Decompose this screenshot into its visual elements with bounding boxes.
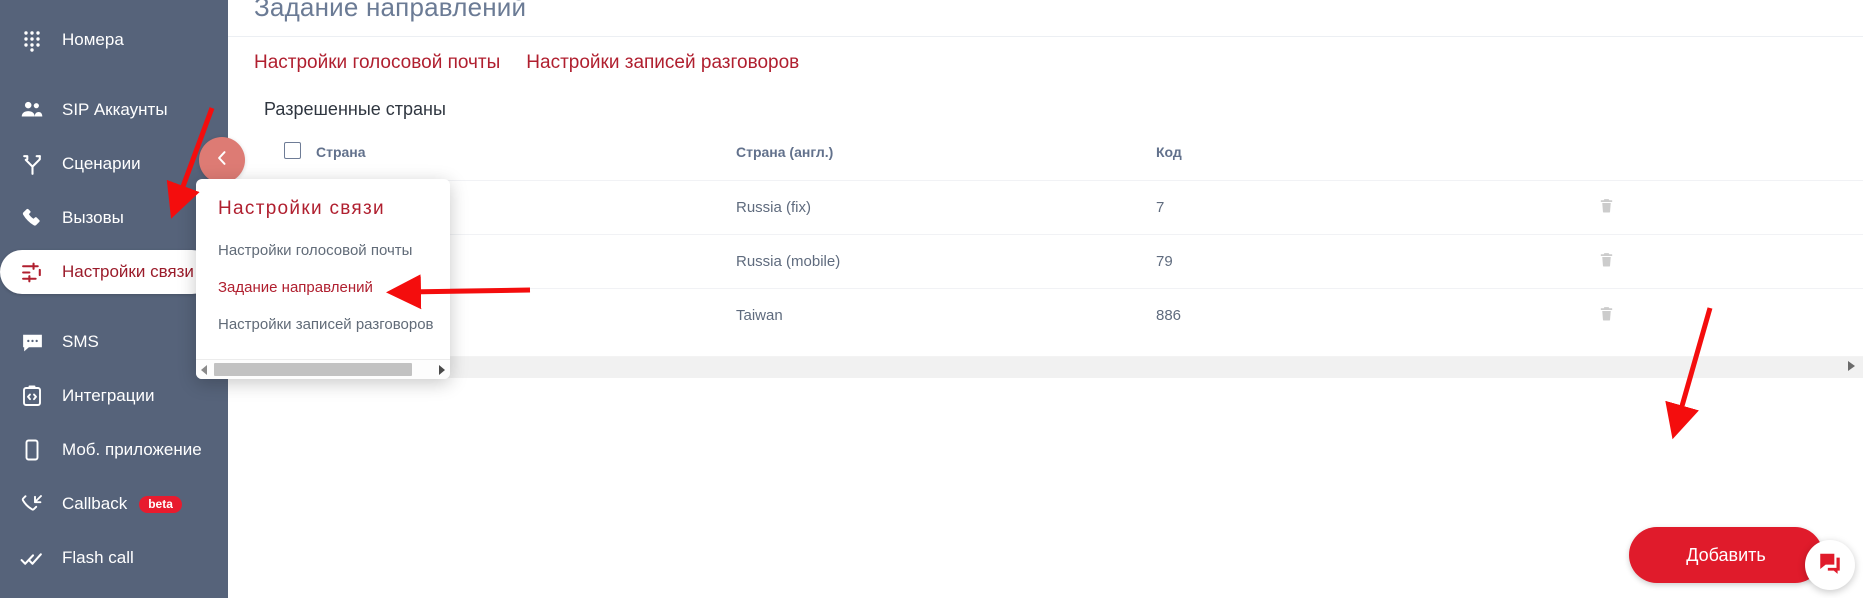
phone-icon <box>12 206 52 230</box>
chat-widget-button[interactable] <box>1805 540 1855 590</box>
table-row[interactable]: Russia (mobile) 79 <box>228 234 1863 288</box>
sliders-icon <box>12 260 52 285</box>
sidebar-item-label: Интеграции <box>62 386 155 406</box>
trash-icon[interactable] <box>1598 250 1615 273</box>
sidebar-item-numbers[interactable]: Номера <box>0 18 228 62</box>
sidebar-item-sip-accounts[interactable]: SIP Аккаунты <box>0 88 228 132</box>
users-icon <box>12 97 52 123</box>
countries-table-wrapper: Страна Страна (англ.) Код Russia (fix) 7 <box>228 140 1863 342</box>
scrollbar-thumb[interactable] <box>214 363 412 376</box>
tab-bar: Настройки голосовой почты Настройки запи… <box>254 52 799 74</box>
table-row[interactable]: Russia (fix) 7 <box>228 180 1863 234</box>
sidebar-item-label: Сценарии <box>62 154 141 174</box>
sidebar-item-label: SMS <box>62 332 99 352</box>
table-body: Russia (fix) 7 <box>228 180 1863 342</box>
flyout-item-direction-assignment[interactable]: Задание направлений <box>196 269 450 306</box>
branch-icon <box>12 152 52 177</box>
header-code[interactable]: Код <box>1156 140 1456 180</box>
chat-bubble-icon <box>1817 550 1843 581</box>
table-horizontal-scrollbar[interactable] <box>228 356 1863 378</box>
sidebar-item-callback[interactable]: Callback beta <box>0 482 228 526</box>
sidebar-item-label: Вызовы <box>62 208 124 228</box>
sidebar-item-label: Flash call <box>62 548 134 568</box>
flyout-title: Настройки связи <box>196 179 450 220</box>
cell-country-en: Russia (fix) <box>736 180 1156 234</box>
section-label-allowed-countries: Разрешенные страны <box>264 99 446 120</box>
trash-icon[interactable] <box>1598 196 1615 219</box>
flyout-item-call-recording-settings[interactable]: Настройки записей разговоров <box>196 306 450 343</box>
cell-code: 886 <box>1156 288 1456 342</box>
table-row[interactable]: Taiwan 886 <box>228 288 1863 342</box>
select-all-checkbox[interactable] <box>284 142 301 159</box>
header-country-en[interactable]: Страна (англ.) <box>736 140 1156 180</box>
table-header-row: Страна Страна (англ.) Код <box>228 140 1863 180</box>
connection-settings-flyout: Настройки связи Настройки голосовой почт… <box>196 179 450 379</box>
code-board-icon <box>12 384 52 408</box>
cell-actions <box>1456 180 1863 234</box>
main-content: Задание направлений Настройки голосовой … <box>228 0 1863 598</box>
cell-country-en: Taiwan <box>736 288 1156 342</box>
scroll-right-arrow-icon[interactable] <box>1848 361 1855 371</box>
flyout-list: Настройки голосовой почты Задание направ… <box>196 220 450 343</box>
cell-code: 7 <box>1156 180 1456 234</box>
cell-country-en: Russia (mobile) <box>736 234 1156 288</box>
sidebar-item-label: Номера <box>62 30 124 50</box>
trash-icon[interactable] <box>1598 304 1615 327</box>
sidebar-item-integrations[interactable]: Интеграции <box>0 374 228 418</box>
app-root: Номера SIP Аккаунты Сценарии <box>0 0 1863 598</box>
header-actions <box>1456 140 1863 180</box>
sidebar-item-connection-settings[interactable]: Настройки связи <box>0 250 214 294</box>
double-check-icon <box>12 546 52 571</box>
cell-code: 79 <box>1156 234 1456 288</box>
add-button[interactable]: Добавить <box>1629 527 1823 583</box>
flyout-horizontal-scrollbar[interactable] <box>196 359 450 379</box>
tab-voicemail-settings[interactable]: Настройки голосовой почты <box>254 52 500 74</box>
sidebar-item-scenarios[interactable]: Сценарии <box>0 142 228 186</box>
tab-call-recording-settings[interactable]: Настройки записей разговоров <box>526 52 799 74</box>
chat-dots-icon <box>12 330 52 355</box>
header-divider <box>228 36 1863 37</box>
sidebar-item-label: Callback <box>62 494 127 514</box>
sidebar: Номера SIP Аккаунты Сценарии <box>0 0 228 598</box>
chevron-left-icon <box>212 148 232 173</box>
sidebar-collapse-button[interactable] <box>199 137 245 183</box>
sidebar-item-calls[interactable]: Вызовы <box>0 196 228 240</box>
countries-table: Страна Страна (англ.) Код Russia (fix) 7 <box>228 140 1863 342</box>
scroll-left-arrow-icon[interactable] <box>201 365 207 375</box>
sidebar-item-label: Моб. приложение <box>62 440 202 460</box>
callback-beta-badge: beta <box>139 496 182 513</box>
sidebar-item-mobile-app[interactable]: Моб. приложение <box>0 428 228 472</box>
mobile-icon <box>12 438 52 462</box>
sidebar-item-label: Настройки связи <box>62 262 194 282</box>
cell-actions <box>1456 288 1863 342</box>
sidebar-spacer <box>0 72 228 88</box>
cell-actions <box>1456 234 1863 288</box>
flyout-item-voicemail-settings[interactable]: Настройки голосовой почты <box>196 232 450 269</box>
sidebar-item-label: SIP Аккаунты <box>62 100 168 120</box>
sidebar-item-sms[interactable]: SMS <box>0 320 228 364</box>
sidebar-spacer <box>0 304 228 320</box>
dialpad-icon <box>12 28 52 52</box>
scroll-right-arrow-icon[interactable] <box>439 365 445 375</box>
sidebar-item-flash-call[interactable]: Flash call <box>0 536 228 580</box>
callback-icon <box>12 492 52 516</box>
table-head: Страна Страна (англ.) Код <box>228 140 1863 180</box>
page-title: Задание направлений <box>254 0 526 23</box>
header-country[interactable]: Страна <box>316 140 736 180</box>
